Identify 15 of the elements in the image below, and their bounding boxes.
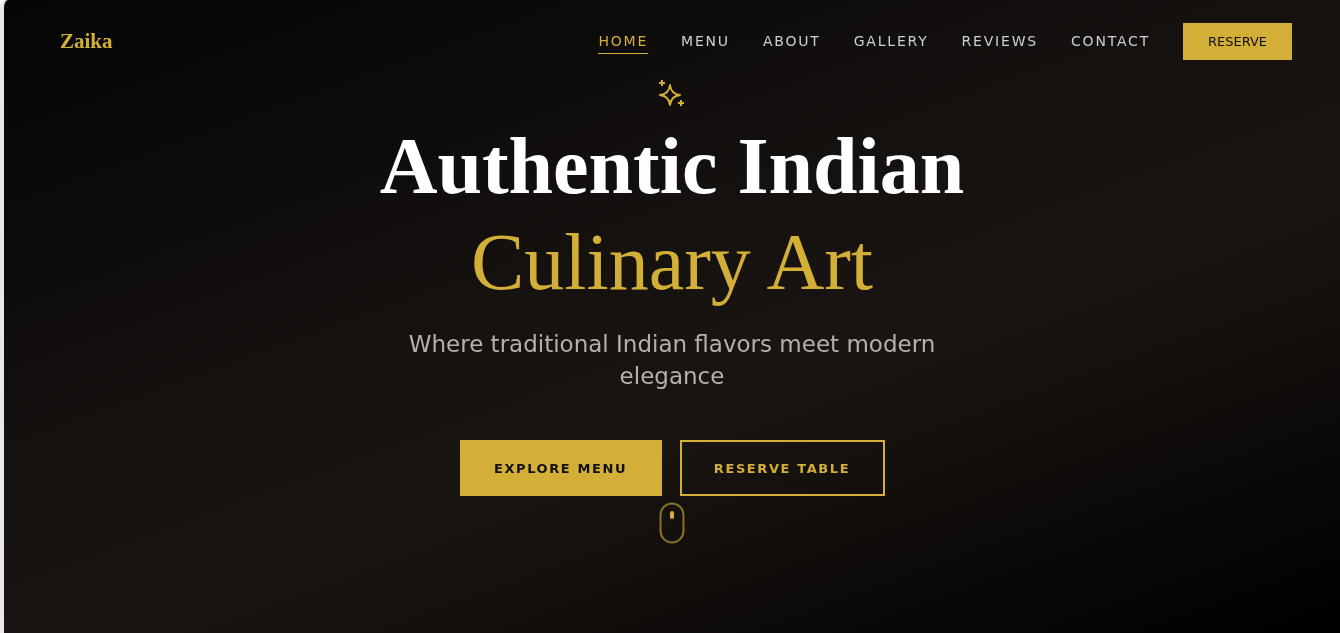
- hero-title-accent: Culinary Art: [470, 217, 874, 308]
- scroll-mouse-icon: [659, 502, 685, 544]
- reserve-table-button[interactable]: RESERVE TABLE: [679, 440, 885, 496]
- brand-logo[interactable]: Zaika: [60, 28, 113, 54]
- hero-subtitle: Where traditional Indian flavors meet modern elegance: [407, 330, 937, 391]
- nav-link[interactable]: CONTACT: [1071, 28, 1150, 54]
- reserve-button[interactable]: RESERVE: [1183, 22, 1292, 60]
- nav-link[interactable]: ABOUT: [762, 28, 821, 54]
- nav-link[interactable]: GALLERY: [853, 28, 929, 54]
- hero-title: Authentic Indian: [379, 121, 965, 212]
- nav-link[interactable]: MENU: [681, 28, 730, 54]
- sparkle-icon: [657, 78, 687, 108]
- explore-menu-button[interactable]: EXPLORE MENU: [459, 440, 662, 496]
- nav-link[interactable]: HOME: [598, 28, 649, 54]
- nav-link[interactable]: REVIEWS: [961, 28, 1038, 54]
